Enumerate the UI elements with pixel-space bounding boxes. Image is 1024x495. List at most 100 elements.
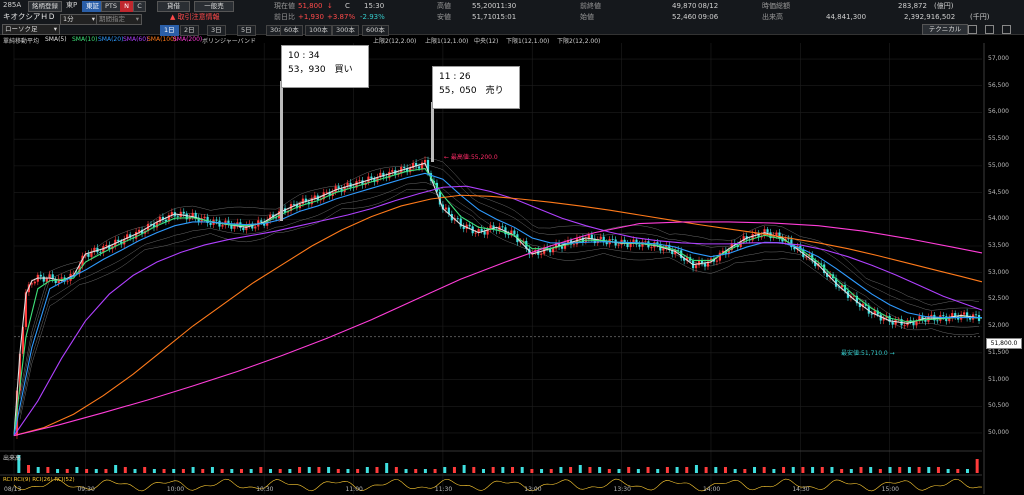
candle-body [974, 314, 978, 316]
x-tick-label: 14:00 [702, 486, 721, 493]
high-label: 高値 [437, 2, 451, 10]
candle-body [918, 316, 921, 322]
candle-body [18, 353, 22, 391]
volume-bar [288, 469, 292, 473]
watchlist-button[interactable]: 銘柄登録 [28, 1, 62, 12]
candle-body [382, 172, 385, 177]
margin-buy-badge: 貸借 [157, 1, 190, 12]
legend-bb-lower1: 下限1(12,1.00) [506, 38, 550, 45]
candle-body [84, 253, 87, 256]
candle-body [715, 260, 719, 262]
candle-body [137, 229, 141, 232]
legend-sma200: SMA(200) [173, 36, 203, 43]
candle-body [498, 226, 501, 231]
volume-bar [656, 469, 660, 473]
open-value: 52,460 [672, 13, 697, 21]
candle-body [522, 240, 525, 242]
technical-button[interactable]: テクニカル [922, 24, 968, 35]
turnover-value: 2,392,916,502 [904, 13, 956, 21]
tf-600[interactable]: 600本 [362, 25, 389, 36]
candle-body [805, 256, 808, 258]
tf-5d[interactable]: 5日 [237, 25, 256, 36]
pts-button[interactable]: PTS [101, 1, 122, 12]
candle-body [709, 258, 713, 262]
candle-body [948, 318, 951, 322]
candle-body [170, 212, 173, 216]
ma-line-sma20 [13, 172, 982, 436]
candle-body [93, 247, 96, 252]
volume-bar [94, 469, 98, 473]
candle-body [379, 172, 382, 178]
candle-body [257, 220, 260, 227]
volume-bar [975, 459, 979, 473]
candle-body [528, 248, 531, 255]
candle-body [346, 182, 349, 187]
candle-body [152, 224, 156, 228]
candle-body [617, 244, 620, 246]
tf-300[interactable]: 300本 [332, 25, 359, 36]
tf-3d[interactable]: 3日 [207, 25, 226, 36]
candle-body [757, 232, 760, 238]
candle-body [581, 237, 584, 243]
volume-bar [869, 467, 873, 473]
candle-body [700, 260, 704, 264]
candle-body [578, 237, 582, 239]
candle-body [537, 250, 540, 255]
tf-100[interactable]: 100本 [305, 25, 332, 36]
low-marker: 最安値:51,710.0 → [841, 350, 895, 357]
window-icon[interactable] [968, 25, 977, 34]
volume-bar [859, 467, 863, 473]
candle-body [680, 250, 683, 259]
n-button[interactable]: N [120, 1, 133, 12]
tf-1d[interactable]: 1日 [160, 25, 179, 36]
legend-bb-upper2: 上限2(12,2.00) [373, 38, 417, 45]
period-dropdown[interactable]: 期間指定 ▾ [96, 14, 142, 25]
volume-bar [617, 469, 621, 473]
candle-body [739, 241, 742, 248]
candle-body [301, 198, 305, 204]
expand-icon[interactable] [1002, 25, 1011, 34]
candle-body [158, 216, 162, 223]
volume-bar [530, 469, 534, 473]
candle-body [605, 242, 608, 245]
volume-bar [733, 469, 737, 473]
mcap-label: 時価総額 [762, 2, 790, 10]
low-time: 15:01 [496, 13, 517, 21]
note-time: 11 : 26 [439, 72, 471, 82]
candle-body [826, 272, 829, 277]
candle-body [885, 315, 888, 319]
candle-body [596, 239, 599, 244]
y-tick-label: 55,500 [988, 135, 1009, 143]
chart-style-dropdown[interactable]: ローソク足 ▾ [2, 24, 60, 35]
volume-bar [685, 467, 689, 473]
y-tick-label: 51,500 [988, 348, 1009, 356]
candle-body [519, 241, 522, 243]
tosho-button[interactable]: 東証 [82, 1, 103, 12]
candle-body [275, 217, 278, 219]
tf-2d[interactable]: 2日 [180, 25, 199, 36]
candle-body [120, 241, 123, 245]
interval-dropdown[interactable]: 1分 ▾ [60, 14, 98, 25]
candle-body [638, 244, 641, 247]
volume-bar [791, 467, 795, 473]
candle-body [644, 241, 647, 243]
candle-body [132, 237, 135, 239]
trade-alert-link[interactable]: ▲ 取引注意情報 [170, 13, 220, 22]
candle-body [718, 252, 721, 261]
candle-body [280, 208, 284, 212]
candle-body [811, 254, 814, 261]
settings-icon[interactable] [985, 25, 994, 34]
tf-60[interactable]: 60本 [280, 25, 303, 36]
candle-body [135, 231, 138, 239]
candle-body [626, 242, 629, 248]
bollinger-band [19, 164, 980, 399]
candle-body [882, 318, 885, 321]
candle-body [665, 244, 668, 249]
candle-body [215, 219, 218, 221]
candle-body [212, 219, 215, 225]
volume-bar [743, 469, 747, 473]
volume-bar [452, 467, 456, 473]
stock-code: 285A [3, 1, 22, 9]
c-button[interactable]: C [133, 1, 146, 12]
volume-bar [433, 469, 437, 473]
